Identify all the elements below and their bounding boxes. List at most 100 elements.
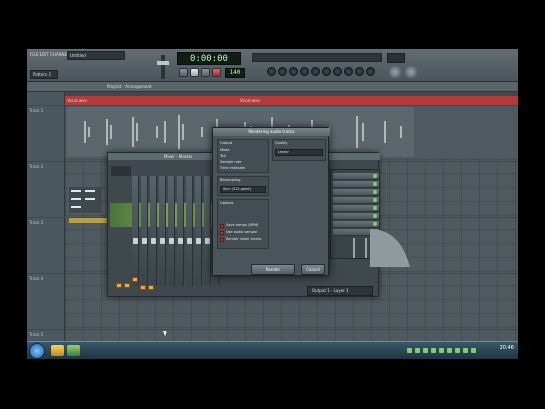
- channel-row[interactable]: [333, 181, 379, 188]
- tray-app-icon[interactable]: [463, 348, 468, 353]
- output-group: Output Mode Tail Sample rate Time estima…: [217, 139, 269, 173]
- loop-record-icon[interactable]: [333, 67, 342, 76]
- option-checkbox[interactable]: [220, 224, 224, 228]
- tempo-knob[interactable]: [405, 66, 417, 78]
- menu-item[interactable]: EDIT: [40, 52, 49, 57]
- volume-icon[interactable]: [415, 348, 420, 353]
- channel-led-icon[interactable]: [373, 190, 377, 194]
- option-checkbox[interactable]: [220, 231, 224, 235]
- cancel-button[interactable]: Cancel: [301, 264, 325, 275]
- automation-clip[interactable]: [69, 218, 107, 223]
- mixer-strip[interactable]: [150, 176, 157, 286]
- fader-handle[interactable]: [169, 238, 174, 244]
- fader-handle[interactable]: [196, 238, 201, 244]
- field-label: Sample rate: [220, 160, 242, 164]
- typing-keyboard-icon[interactable]: [344, 67, 353, 76]
- fl-studio-icon[interactable]: [67, 345, 80, 356]
- mixer-strip[interactable]: [195, 176, 202, 286]
- fader-handle[interactable]: [142, 238, 147, 244]
- mixer-strip[interactable]: [204, 176, 211, 286]
- fader-handle[interactable]: [160, 238, 165, 244]
- insert-enable-button[interactable]: [148, 285, 154, 290]
- channel-row[interactable]: [333, 173, 379, 180]
- insert-enable-button[interactable]: [116, 283, 122, 288]
- channel-led-icon[interactable]: [373, 198, 377, 202]
- channel-row[interactable]: [333, 213, 379, 220]
- channel-row[interactable]: [333, 189, 379, 196]
- insert-enable-button[interactable]: [140, 285, 146, 290]
- tray-app-icon[interactable]: [455, 348, 460, 353]
- stop-button[interactable]: [201, 68, 210, 77]
- pattern-selector[interactable]: Pattern 1: [30, 70, 58, 79]
- pattern-clip[interactable]: [69, 187, 101, 213]
- taskbar-clock[interactable]: 20:46: [500, 345, 514, 351]
- insert-enable-button[interactable]: [124, 283, 130, 288]
- fader-handle[interactable]: [178, 238, 183, 244]
- output-selector[interactable]: Output 1 - Layer 1: [307, 286, 373, 296]
- play-button[interactable]: [190, 68, 199, 77]
- insert-enable-button[interactable]: [132, 277, 138, 282]
- overdub-icon[interactable]: [322, 67, 331, 76]
- option-label: Use audio sample: [226, 230, 258, 234]
- song-position-bar[interactable]: Vocal.wav Vocal.wav: [65, 96, 518, 105]
- volume-slider-handle[interactable]: [157, 61, 169, 65]
- channel-led-icon[interactable]: [373, 222, 377, 226]
- snap-icon[interactable]: [267, 67, 276, 76]
- pattern-mode-button[interactable]: [179, 68, 188, 77]
- tray-app-icon[interactable]: [423, 348, 428, 353]
- pitch-knob[interactable]: [389, 66, 401, 78]
- resampling-dropdown[interactable]: Sinc (512-point): [220, 186, 266, 193]
- mixer-strip[interactable]: [186, 176, 193, 286]
- menu-item[interactable]: FILE: [30, 52, 38, 57]
- fader-handle[interactable]: [205, 238, 210, 244]
- tray-app-icon[interactable]: [447, 348, 452, 353]
- network-icon[interactable]: [407, 348, 412, 353]
- send-fader[interactable]: [365, 238, 367, 258]
- option-label: Save tempo (BPM): [226, 223, 259, 227]
- fader-handle[interactable]: [133, 238, 138, 244]
- option-label: Render mixer tracks: [226, 237, 262, 241]
- playlist-title: Playlist - Arrangement: [107, 84, 152, 89]
- fader-handle[interactable]: [187, 238, 192, 244]
- step-edit-icon[interactable]: [311, 67, 320, 76]
- cpu-meter: [387, 53, 405, 63]
- countdown-icon[interactable]: [300, 67, 309, 76]
- metronome-icon[interactable]: [278, 67, 287, 76]
- mixer-strip[interactable]: [141, 176, 148, 286]
- channel-row[interactable]: [333, 205, 379, 212]
- menu-bar[interactable]: FILE EDIT CHANNELS: [30, 51, 72, 58]
- tempo-display[interactable]: 140: [225, 68, 245, 78]
- windows-taskbar: 20:46: [27, 341, 518, 359]
- mixer-strip[interactable]: [168, 176, 175, 286]
- playlist-icon[interactable]: [355, 67, 364, 76]
- automation-curve: [370, 229, 410, 267]
- wait-icon[interactable]: [289, 67, 298, 76]
- track-label: Track 3: [29, 220, 44, 225]
- render-button[interactable]: Render: [251, 264, 295, 275]
- master-volume-slider[interactable]: [161, 55, 165, 79]
- record-button[interactable]: [212, 68, 221, 77]
- channel-led-icon[interactable]: [373, 214, 377, 218]
- send-fader[interactable]: [353, 238, 355, 258]
- start-button[interactable]: [29, 343, 45, 359]
- render-dialog[interactable]: Rendering audio tracks Output Mode Tail …: [212, 127, 330, 276]
- step-sequencer-icon[interactable]: [366, 67, 375, 76]
- explorer-icon[interactable]: [51, 345, 64, 356]
- mixer-strip[interactable]: [159, 176, 166, 286]
- tray-app-icon[interactable]: [431, 348, 436, 353]
- channel-led-icon[interactable]: [373, 182, 377, 186]
- channel-row[interactable]: [333, 197, 379, 204]
- channel-led-icon[interactable]: [373, 174, 377, 178]
- clip-label: Vocal.wav: [67, 98, 87, 103]
- tray-app-icon[interactable]: [471, 348, 476, 353]
- main-toolbar: FILE EDIT CHANNELS Untitled Pattern 1 0:…: [27, 49, 518, 82]
- options-group: Options Save tempo (BPM) Use audio sampl…: [217, 199, 269, 249]
- channel-led-icon[interactable]: [373, 206, 377, 210]
- quality-dropdown[interactable]: Linear: [275, 149, 323, 156]
- option-checkbox[interactable]: [220, 238, 224, 242]
- fader-handle[interactable]: [151, 238, 156, 244]
- mixer-strip[interactable]: [177, 176, 184, 286]
- tray-app-icon[interactable]: [439, 348, 444, 353]
- song-title-field[interactable]: Untitled: [67, 51, 125, 60]
- mixer-strip[interactable]: [132, 176, 139, 286]
